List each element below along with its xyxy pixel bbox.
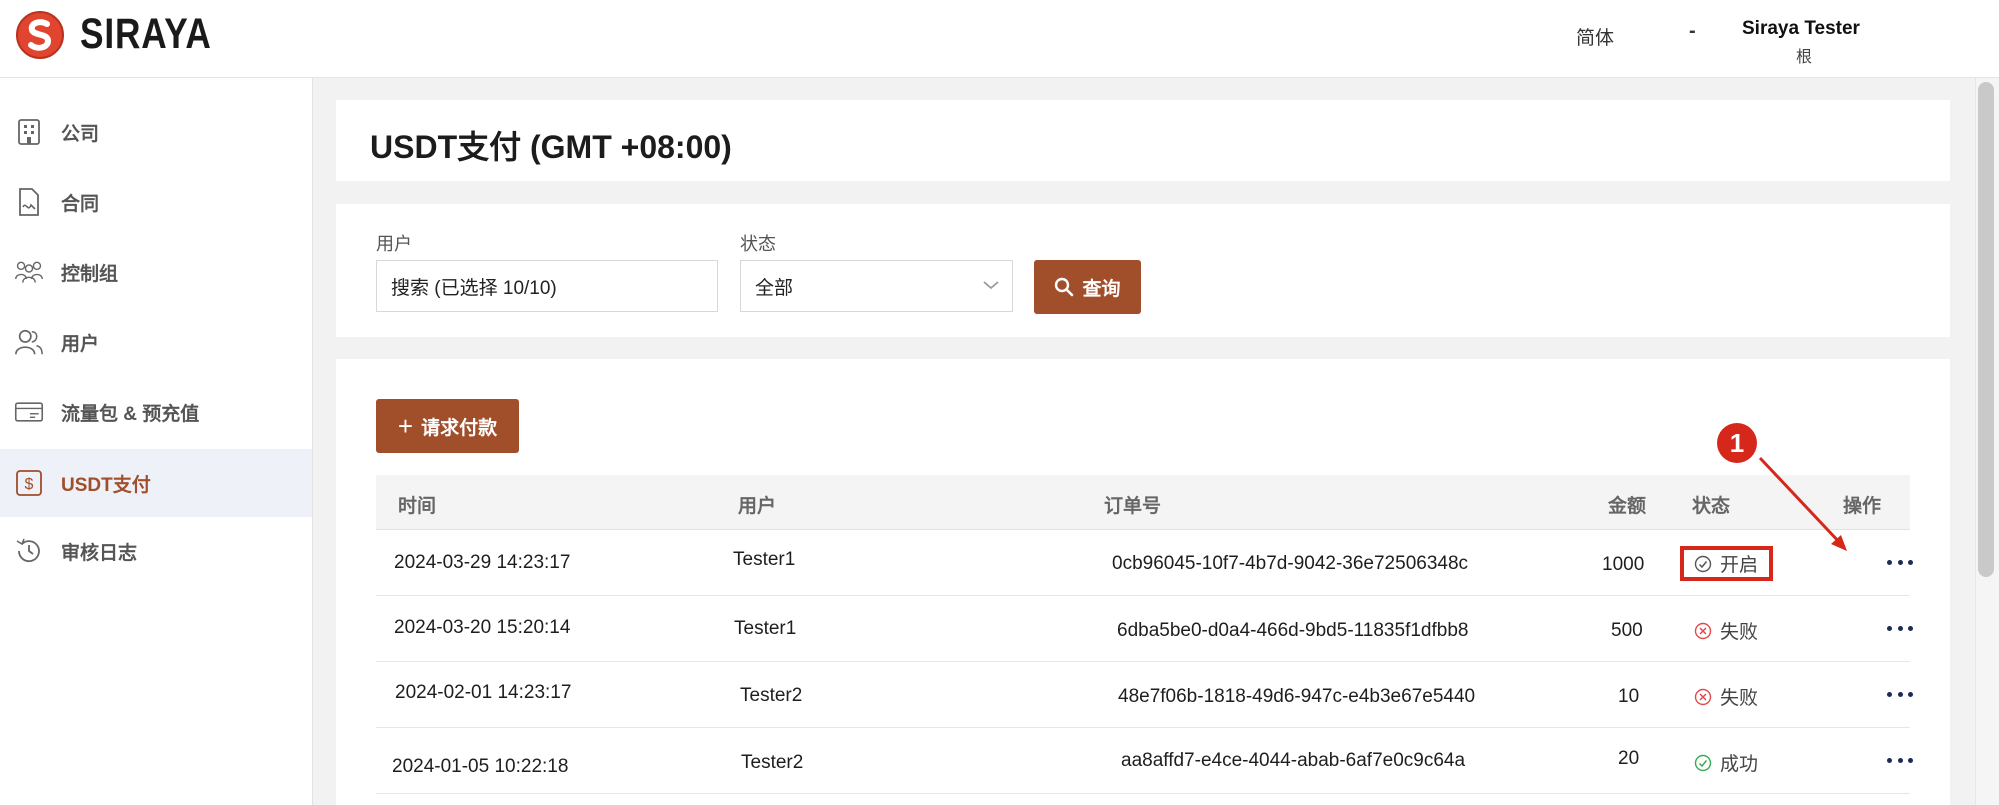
- sidebar-item-traffic-package[interactable]: 流量包 & 预充值: [0, 378, 312, 446]
- annotation-highlight-box: [1680, 546, 1773, 581]
- group-icon: [14, 257, 44, 287]
- annotation-step-badge: 1: [1717, 423, 1757, 463]
- sidebar-item-usdt-payment[interactable]: $ USDT支付: [0, 449, 312, 517]
- cell-order-id: 0cb96045-10f7-4b7d-9042-36e72506348c: [1112, 553, 1469, 574]
- cell-time: 2024-02-01 14:23:17: [395, 682, 572, 703]
- payments-table-card: + 请求付款 时间 用户 订单号 金额 状态 操作 2024-03-29 14:…: [336, 359, 1950, 805]
- x-circle-icon: [1694, 622, 1712, 639]
- cell-order-id: 48e7f06b-1818-49d6-947c-e4b3e67e5440: [1118, 686, 1476, 707]
- sidebar-item-label: 合同: [61, 193, 100, 215]
- cell-user: Tester1: [733, 549, 796, 570]
- cell-amount: 10: [1618, 686, 1640, 707]
- cell-user: Tester2: [741, 752, 804, 773]
- brand-name: SIRAYA: [80, 10, 212, 58]
- more-actions-icon[interactable]: [1887, 618, 1913, 638]
- svg-text:$: $: [25, 476, 34, 493]
- sidebar-item-users[interactable]: 用户: [0, 308, 312, 376]
- cell-amount: 20: [1618, 748, 1640, 769]
- plus-icon: +: [397, 411, 414, 441]
- language-selector[interactable]: 简体: [1576, 23, 1614, 50]
- cell-amount: 500: [1611, 620, 1643, 641]
- cell-time: 2024-01-05 10:22:18: [392, 756, 569, 777]
- sidebar-item-label: 公司: [61, 123, 100, 145]
- user-filter-label: 用户: [376, 234, 412, 254]
- table-row[interactable]: 2024-02-01 14:23:17 Tester2 48e7f06b-181…: [376, 662, 1913, 728]
- more-actions-icon[interactable]: [1887, 750, 1913, 770]
- top-bar: SIRAYA 简体 - Siraya Tester 根: [0, 0, 1999, 78]
- query-button-label: 查询: [1082, 278, 1121, 300]
- header-separator: -: [1689, 20, 1696, 42]
- more-actions-icon[interactable]: [1887, 684, 1913, 704]
- sidebar-item-control-group[interactable]: 控制组: [0, 238, 312, 306]
- status-text: 失败: [1720, 688, 1759, 709]
- title-card: USDT支付 (GMT +08:00): [336, 100, 1950, 181]
- column-header-actions: 操作: [1843, 496, 1882, 517]
- table-header: 时间 用户 订单号 金额 状态 操作: [376, 475, 1910, 530]
- dollar-icon: $: [14, 468, 44, 498]
- column-header-user: 用户: [738, 496, 777, 517]
- cell-time: 2024-03-29 14:23:17: [394, 552, 571, 573]
- column-header-order: 订单号: [1104, 496, 1162, 517]
- status-text: 失败: [1720, 622, 1759, 643]
- status-select-value: 全部: [755, 277, 794, 299]
- user-role: 根: [1796, 49, 1813, 66]
- check-circle-icon: [1694, 754, 1712, 771]
- users-icon: [14, 327, 44, 357]
- request-payment-button[interactable]: + 请求付款: [376, 399, 519, 453]
- chevron-down-icon: [983, 281, 999, 290]
- status-text: 成功: [1720, 754, 1759, 775]
- column-header-status: 状态: [1692, 496, 1731, 517]
- search-icon: [1055, 277, 1074, 297]
- status-filter-label: 状态: [740, 234, 776, 254]
- query-button[interactable]: 查询: [1034, 260, 1141, 314]
- column-header-time: 时间: [398, 496, 437, 517]
- user-search-value: 搜索 (已选择 10/10): [391, 277, 557, 299]
- sidebar-item-label: 用户: [61, 333, 100, 355]
- contract-icon: [14, 187, 44, 217]
- building-icon: [14, 117, 44, 147]
- x-circle-icon: [1694, 688, 1712, 705]
- filter-panel: 用户 搜索 (已选择 10/10) 状态 全部 查询: [336, 204, 1950, 337]
- user-name[interactable]: Siraya Tester: [1742, 18, 1860, 40]
- sidebar-item-label: 审核日志: [61, 542, 138, 564]
- table-row[interactable]: 2024-03-20 15:20:14 Tester1 6dba5be0-d0a…: [376, 596, 1913, 662]
- sidebar-item-label: USDT支付: [61, 474, 151, 496]
- status-badge: 失败: [1694, 617, 1758, 644]
- table-row[interactable]: 2024-01-05 10:22:18 Tester2 aa8affd7-e4c…: [376, 728, 1913, 794]
- request-payment-label: 请求付款: [421, 417, 498, 439]
- column-header-amount: 金额: [1608, 496, 1647, 517]
- sidebar: 公司 合同 控制组 用户 流量包 & 预充值 $ USDT支付 审核日志: [0, 78, 313, 805]
- cell-user: Tester1: [734, 618, 797, 639]
- user-search-input[interactable]: 搜索 (已选择 10/10): [376, 260, 718, 312]
- cell-amount: 1000: [1602, 554, 1645, 575]
- status-select[interactable]: 全部: [740, 260, 1013, 312]
- sidebar-item-audit-log[interactable]: 审核日志: [0, 517, 312, 585]
- history-icon: [14, 536, 44, 566]
- sidebar-item-label: 控制组: [61, 263, 119, 285]
- cell-user: Tester2: [740, 685, 803, 706]
- brand-logo[interactable]: SIRAYA: [16, 10, 241, 59]
- page-title: USDT支付 (GMT +08:00): [370, 129, 732, 165]
- siraya-logo-icon: [16, 10, 64, 59]
- cell-order-id: aa8affd7-e4ce-4044-abab-6af7e0c9c64a: [1121, 750, 1466, 771]
- page-scrollbar-thumb[interactable]: [1978, 82, 1994, 577]
- sidebar-item-label: 流量包 & 预充值: [61, 403, 200, 425]
- status-badge: 成功: [1694, 749, 1758, 776]
- more-actions-icon[interactable]: [1887, 552, 1913, 572]
- sidebar-item-company[interactable]: 公司: [0, 98, 312, 166]
- status-badge: 失败: [1694, 683, 1758, 710]
- sidebar-item-contract[interactable]: 合同: [0, 168, 312, 236]
- cell-time: 2024-03-20 15:20:14: [394, 617, 571, 638]
- card-icon: [14, 397, 44, 427]
- cell-order-id: 6dba5be0-d0a4-466d-9bd5-11835f1dfbb8: [1117, 620, 1469, 641]
